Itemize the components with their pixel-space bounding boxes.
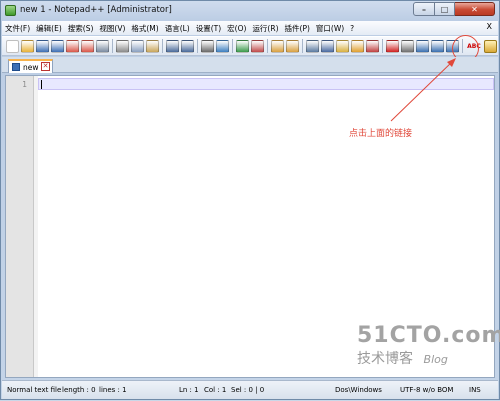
fold-margin[interactable] <box>34 76 38 377</box>
notepad-app-icon[interactable] <box>5 5 16 16</box>
current-line-highlight <box>38 78 494 90</box>
status-file-type: Normal text file <box>7 386 62 394</box>
sync-horizontal-icon[interactable] <box>286 39 299 53</box>
menu-run[interactable]: 运行(R) <box>249 23 281 34</box>
doc-map-icon[interactable] <box>366 39 379 53</box>
stop-macro-icon[interactable] <box>401 39 414 53</box>
close-window-button[interactable]: ✕ <box>455 2 495 16</box>
menu-file[interactable]: 文件(F) <box>2 23 33 34</box>
watermark-subtitle: 技术博客 <box>357 351 413 367</box>
find-icon[interactable] <box>201 39 214 53</box>
save-status-icon <box>12 63 20 71</box>
indent-guide-icon[interactable] <box>336 39 349 53</box>
annotation-text: 点击上面的链接 <box>349 129 413 139</box>
watermark-blog: Blog <box>423 353 448 366</box>
menu-plugins[interactable]: 插件(P) <box>282 23 313 34</box>
status-insert-mode[interactable]: INS <box>469 386 481 394</box>
menu-view[interactable]: 视图(V) <box>96 23 128 34</box>
replace-icon[interactable] <box>216 39 229 53</box>
plugin-launch-icon[interactable] <box>484 39 497 53</box>
run-macro-multiple-icon[interactable] <box>431 39 444 53</box>
open-file-icon[interactable] <box>21 39 34 53</box>
save-all-icon[interactable] <box>51 39 64 53</box>
watermark-site: 51CTO.com <box>357 323 500 348</box>
toolbar-separator <box>267 39 269 53</box>
toolbar-separator <box>382 39 384 53</box>
undo-icon[interactable] <box>166 39 179 53</box>
cut-icon[interactable] <box>116 39 129 53</box>
window-controls: – □ ✕ <box>413 2 495 16</box>
toolbar-separator <box>302 39 303 53</box>
redo-icon[interactable] <box>181 39 194 53</box>
tab-bar: new ✕ <box>2 57 498 73</box>
toolbar-separator <box>232 39 234 53</box>
show-all-chars-icon[interactable] <box>321 39 334 53</box>
status-sel: Sel : 0 | 0 <box>231 386 265 394</box>
toolbar: ABC <box>2 36 498 56</box>
udl-icon[interactable] <box>351 39 364 53</box>
menu-bar: 文件(F) 编辑(E) 搜索(S) 视图(V) 格式(M) 语言(L) 设置(T… <box>2 21 498 35</box>
close-all-icon[interactable] <box>81 39 94 53</box>
toolbar-separator <box>197 39 199 53</box>
menu-language[interactable]: 语言(L) <box>162 23 193 34</box>
close-document-button[interactable]: X <box>487 22 492 31</box>
status-eol[interactable]: Dos\Windows <box>335 386 382 394</box>
menu-window[interactable]: 窗口(W) <box>313 23 347 34</box>
status-bar: Normal text file length : 0 lines : 1 Ln… <box>2 380 498 399</box>
line-number-gutter: 1 <box>6 76 34 377</box>
title-bar[interactable]: new 1 - Notepad++ [Administrator] – □ ✕ <box>1 1 499 20</box>
menu-macro[interactable]: 宏(O) <box>224 23 249 34</box>
menu-help[interactable]: ? <box>347 24 357 33</box>
text-caret <box>41 80 42 89</box>
maximize-button[interactable]: □ <box>435 2 455 16</box>
record-macro-icon[interactable] <box>386 39 399 53</box>
menu-search[interactable]: 搜索(S) <box>65 23 97 34</box>
sync-vertical-icon[interactable] <box>271 39 284 53</box>
zoom-out-icon[interactable] <box>251 39 264 53</box>
status-col: Col : 1 <box>204 386 227 394</box>
menu-edit[interactable]: 编辑(E) <box>33 23 65 34</box>
paste-icon[interactable] <box>146 39 159 53</box>
close-file-icon[interactable] <box>66 39 79 53</box>
new-file-icon[interactable] <box>6 39 19 53</box>
save-icon[interactable] <box>36 39 49 53</box>
tab-new[interactable]: new ✕ <box>8 59 53 73</box>
status-encoding[interactable]: UTF-8 w/o BOM <box>400 386 453 394</box>
copy-icon[interactable] <box>131 39 144 53</box>
notepad-window: new 1 - Notepad++ [Administrator] – □ ✕ … <box>0 0 500 400</box>
line-number: 1 <box>22 80 27 89</box>
minimize-button[interactable]: – <box>413 2 435 16</box>
watermark-logo: 51CTO.com 技术博客 Blog <box>357 323 500 378</box>
toolbar-separator <box>112 39 114 53</box>
menu-format[interactable]: 格式(M) <box>128 23 161 34</box>
tab-close-icon[interactable]: ✕ <box>41 62 50 71</box>
status-ln: Ln : 1 <box>179 386 199 394</box>
play-macro-icon[interactable] <box>416 39 429 53</box>
tab-label: new <box>23 62 39 72</box>
word-wrap-icon[interactable] <box>306 39 319 53</box>
menu-settings[interactable]: 设置(T) <box>193 23 224 34</box>
status-lines: lines : 1 <box>99 386 127 394</box>
print-icon[interactable] <box>96 39 109 53</box>
zoom-in-icon[interactable] <box>236 39 249 53</box>
window-title: new 1 - Notepad++ [Administrator] <box>20 5 172 15</box>
toolbar-separator <box>162 39 164 53</box>
status-length: length : 0 <box>62 386 96 394</box>
